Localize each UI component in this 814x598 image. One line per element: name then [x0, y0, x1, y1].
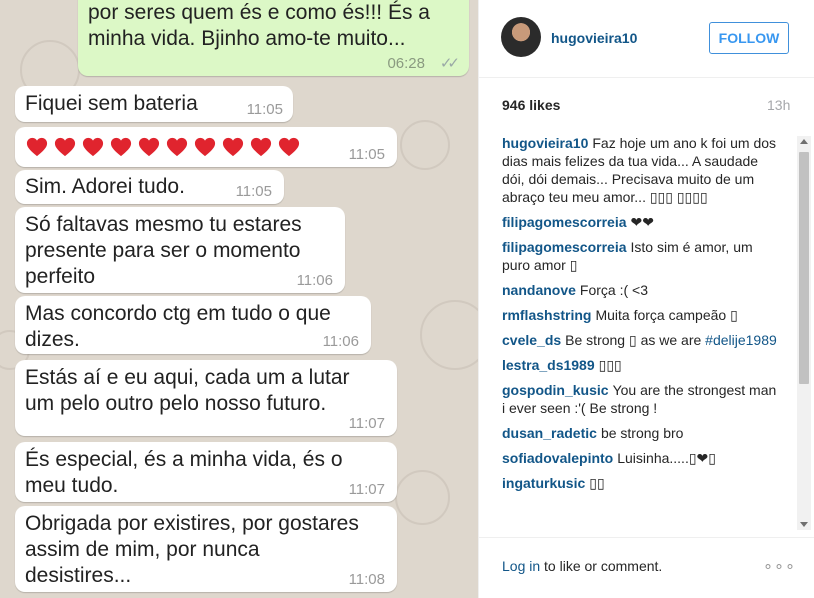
post-time[interactable]: 13h	[767, 97, 790, 113]
post-footer: Log in to like or comment. ∘∘∘	[479, 537, 814, 598]
follow-button[interactable]: FOLLOW	[709, 22, 789, 54]
comment-text: Luisinha.....▯❤▯	[617, 450, 716, 466]
message-time: 11:05	[246, 101, 283, 118]
comment-text: Muita força campeão ▯	[595, 307, 738, 323]
heart-emoji-icon	[250, 138, 272, 157]
comment-username-link[interactable]: gospodin_kusic	[502, 382, 609, 398]
post-sidebar: hugovieira10 FOLLOW 946 likes 13h hugovi…	[478, 0, 814, 598]
comment-username-link[interactable]: rmflashstring	[502, 307, 591, 323]
comment-username-link[interactable]: dusan_radetic	[502, 425, 597, 441]
heart-emoji-icon	[82, 138, 104, 157]
comment-text: Força :( <3	[579, 282, 648, 298]
comment-item: cvele_ds Be strong ▯ as we are #delije198…	[502, 331, 782, 349]
comment-username-link[interactable]: filipagomescorreia	[502, 214, 627, 230]
comment-username-link[interactable]: cvele_ds	[502, 332, 561, 348]
login-prompt: Log in to like or comment.	[502, 558, 662, 574]
chat-bubble-outgoing: por seres quem és e como és!!! És a minh…	[78, 0, 469, 76]
likes-count[interactable]: 946 likes	[502, 97, 560, 113]
comment-item: sofiadovalepinto Luisinha.....▯❤▯	[502, 449, 782, 467]
heart-emoji-icon	[194, 138, 216, 157]
chat-bubble: És especial, és a minha vida, és o meu t…	[15, 442, 397, 502]
scroll-up-icon[interactable]	[800, 139, 808, 144]
comment-text: ▯▯	[589, 475, 605, 491]
comment-username-link[interactable]: sofiadovalepinto	[502, 450, 613, 466]
message-text: Obrigada por existires, por gostares ass…	[25, 512, 359, 587]
message-time: 11:05	[348, 146, 385, 163]
comment-text: ▯▯▯	[598, 357, 622, 373]
scroll-down-icon[interactable]	[800, 522, 808, 527]
comment-username-link[interactable]: nandanove	[502, 282, 576, 298]
chat-bubble: Mas concordo ctg em tudo o que dizes. 11…	[15, 296, 371, 354]
comment-username-link[interactable]: filipagomescorreia	[502, 239, 627, 255]
message-text: Sim. Adorei tudo.	[25, 175, 185, 198]
comment-item: filipagomescorreia ❤❤	[502, 213, 782, 231]
comment-text: ❤❤	[630, 214, 654, 230]
chat-bubble: Sim. Adorei tudo. 11:05	[15, 170, 284, 204]
chat-bubble: Estás aí e eu aqui, cada um a lutar um p…	[15, 360, 397, 436]
message-text: Só faltavas mesmo tu estares presente pa…	[25, 213, 302, 288]
heart-emoji-icon	[110, 138, 132, 157]
avatar[interactable]	[501, 17, 541, 57]
chat-bubble: Fiquei sem bateria 11:05	[15, 86, 293, 122]
post-photo: por seres quem és e como és!!! És a minh…	[0, 0, 478, 598]
login-prompt-text: to like or comment.	[540, 558, 663, 574]
username-link[interactable]: hugovieira10	[551, 30, 637, 46]
comment-text: Be strong ▯ as we are	[565, 332, 702, 348]
scrollbar-thumb[interactable]	[799, 152, 809, 384]
comment-item: rmflashstring Muita força campeão ▯	[502, 306, 782, 324]
heart-emoji-icon	[222, 138, 244, 157]
comment-item: dusan_radetic be strong bro	[502, 424, 782, 442]
message-text: Mas concordo ctg em tudo o que dizes.	[25, 302, 331, 351]
double-check-icon: ✓✓	[439, 55, 460, 72]
message-time: 11:07	[348, 481, 385, 498]
message-time: 11:08	[348, 571, 385, 588]
heart-emoji-icon	[26, 138, 48, 157]
comment-item: hugovieira10 Faz hoje um ano k foi um dos…	[502, 134, 782, 206]
chat-bubble: Obrigada por existires, por gostares ass…	[15, 506, 397, 592]
message-text: És especial, és a minha vida, és o meu t…	[25, 448, 343, 497]
comment-username-link[interactable]: hugovieira10	[502, 135, 588, 151]
comments-scrollbar[interactable]	[797, 136, 811, 530]
message-text: Estás aí e eu aqui, cada um a lutar um p…	[25, 366, 350, 415]
more-options-icon[interactable]: ∘∘∘	[763, 556, 796, 576]
chat-bubble: 11:05	[15, 127, 397, 167]
comment-item: lestra_ds1989 ▯▯▯	[502, 356, 782, 374]
comment-item: filipagomescorreia Isto sim é amor, um pu…	[502, 238, 782, 274]
heart-emoji-icon	[166, 138, 188, 157]
heart-emoji-row	[26, 134, 306, 160]
comments-list: hugovieira10 Faz hoje um ano k foi um dos…	[502, 134, 782, 530]
login-link[interactable]: Log in	[502, 558, 540, 574]
message-time: 11:05	[235, 183, 272, 200]
message-time: 06:28	[387, 55, 425, 72]
post-header: hugovieira10 FOLLOW	[479, 0, 814, 78]
chat-bubble: Só faltavas mesmo tu estares presente pa…	[15, 207, 345, 293]
comment-text: be strong bro	[600, 425, 684, 441]
message-text: por seres quem és e como és!!! És a minh…	[88, 1, 430, 50]
message-time: 11:07	[348, 415, 385, 432]
heart-emoji-icon	[54, 138, 76, 157]
comment-item: ingaturkusic ▯▯	[502, 474, 782, 492]
hashtag-link[interactable]: #delije1989	[705, 332, 777, 348]
message-time: 11:06	[322, 333, 359, 350]
comment-item: gospodin_kusic You are the strongest man …	[502, 381, 782, 417]
heart-emoji-icon	[138, 138, 160, 157]
message-time: 11:06	[296, 272, 333, 289]
heart-emoji-icon	[278, 138, 300, 157]
comment-username-link[interactable]: lestra_ds1989	[502, 357, 595, 373]
message-text: Fiquei sem bateria	[25, 92, 198, 115]
comment-item: nandanove Força :( <3	[502, 281, 782, 299]
comment-username-link[interactable]: ingaturkusic	[502, 475, 585, 491]
